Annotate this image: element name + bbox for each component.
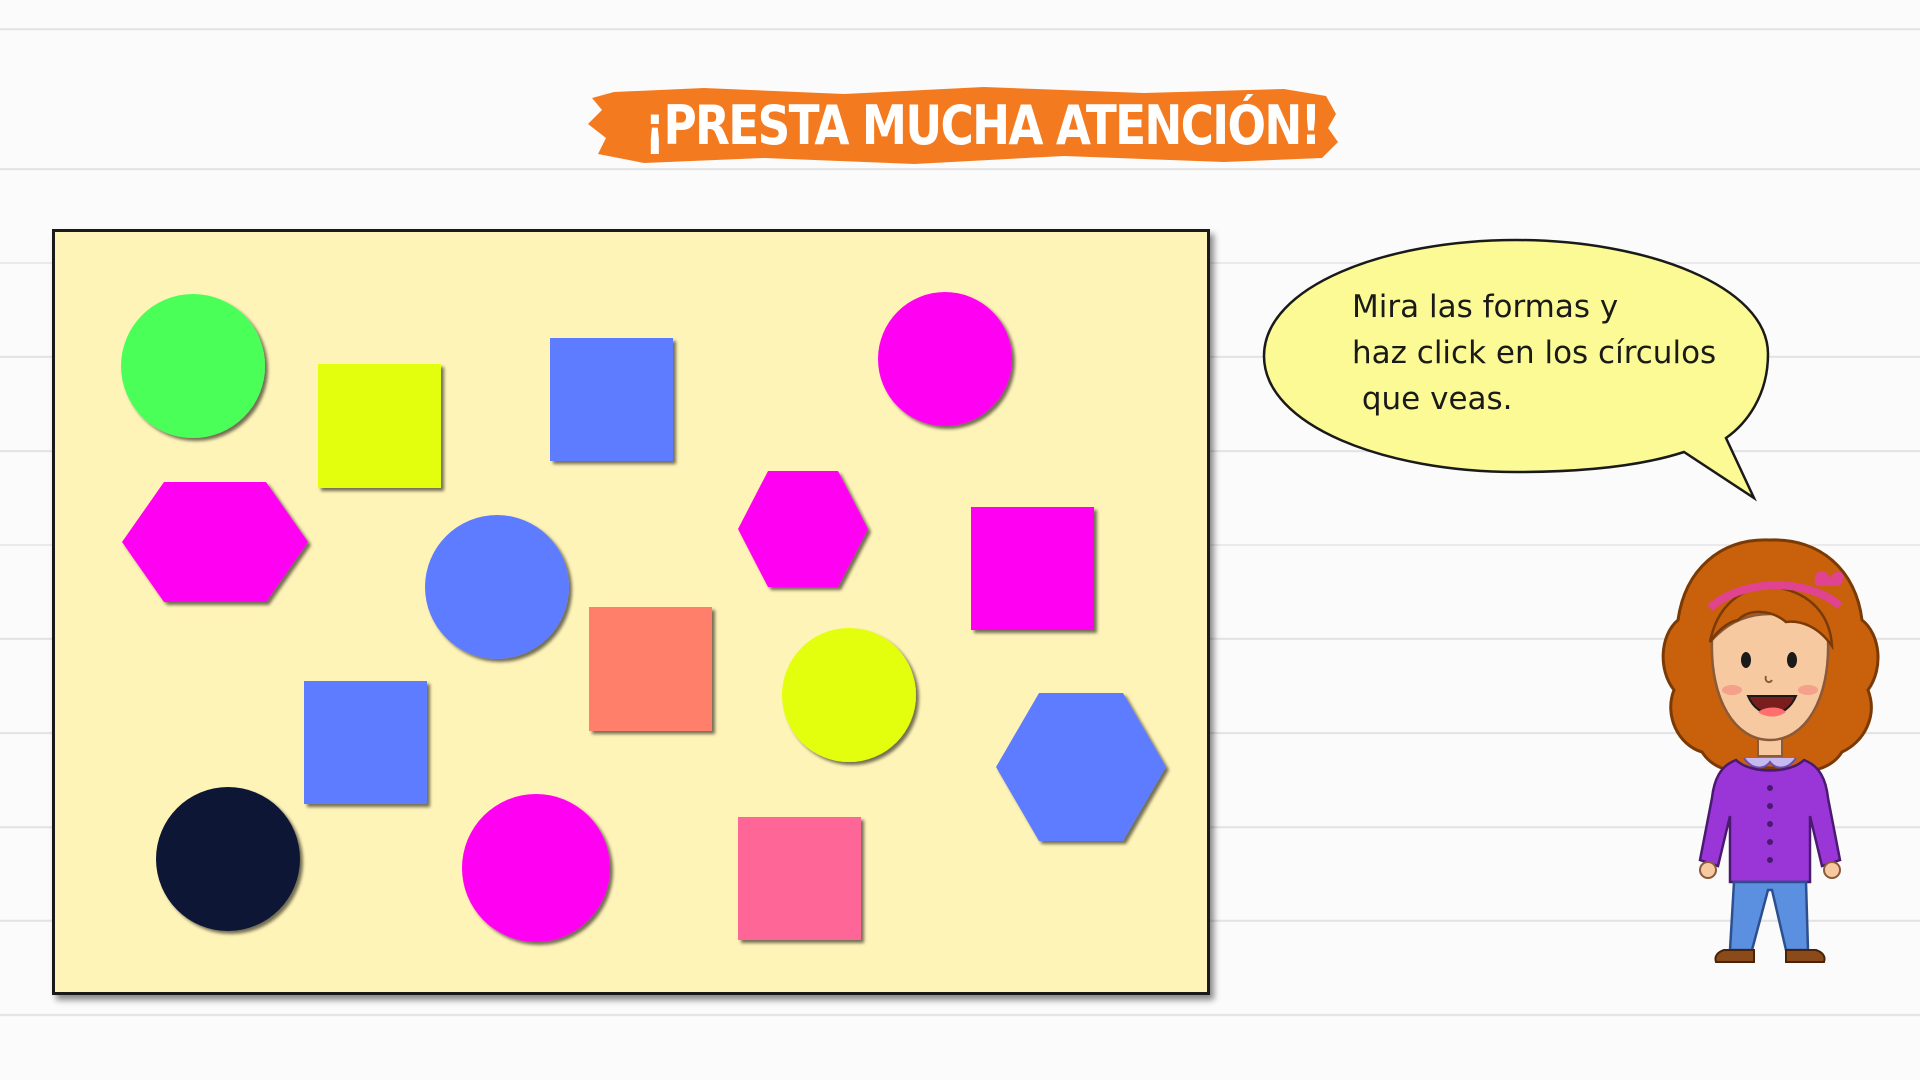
circle-magenta-bottom[interactable] <box>462 794 610 942</box>
hexagon-magenta-left[interactable] <box>122 482 308 602</box>
square-magenta[interactable] <box>971 507 1094 630</box>
circle-yellow[interactable] <box>782 628 916 762</box>
circle-navy[interactable] <box>156 787 300 931</box>
shapes-canvas <box>121 292 1166 942</box>
square-yellow[interactable] <box>318 364 441 488</box>
circle-green[interactable] <box>121 294 265 438</box>
circle-blue[interactable] <box>425 515 569 659</box>
square-pink[interactable] <box>738 817 861 940</box>
square-salmon[interactable] <box>589 607 712 731</box>
circle-magenta-top[interactable] <box>878 292 1012 426</box>
page-title: ¡PRESTA MUCHA ATENCIÓN! <box>644 94 1321 157</box>
speech-bubble: Mira las formas y haz click en los círcu… <box>1256 226 1776 508</box>
game-board <box>52 229 1210 995</box>
square-blue-top[interactable] <box>550 338 673 461</box>
square-blue-bottom[interactable] <box>304 681 427 804</box>
hexagon-blue[interactable] <box>996 693 1166 841</box>
title-banner: ¡PRESTA MUCHA ATENCIÓN! <box>584 84 1340 168</box>
hexagon-magenta-center[interactable] <box>738 471 868 587</box>
girl-character <box>1640 530 1900 970</box>
girl-character-icon <box>1661 538 1880 963</box>
instruction-text: Mira las formas y haz click en los círcu… <box>1352 289 1717 417</box>
